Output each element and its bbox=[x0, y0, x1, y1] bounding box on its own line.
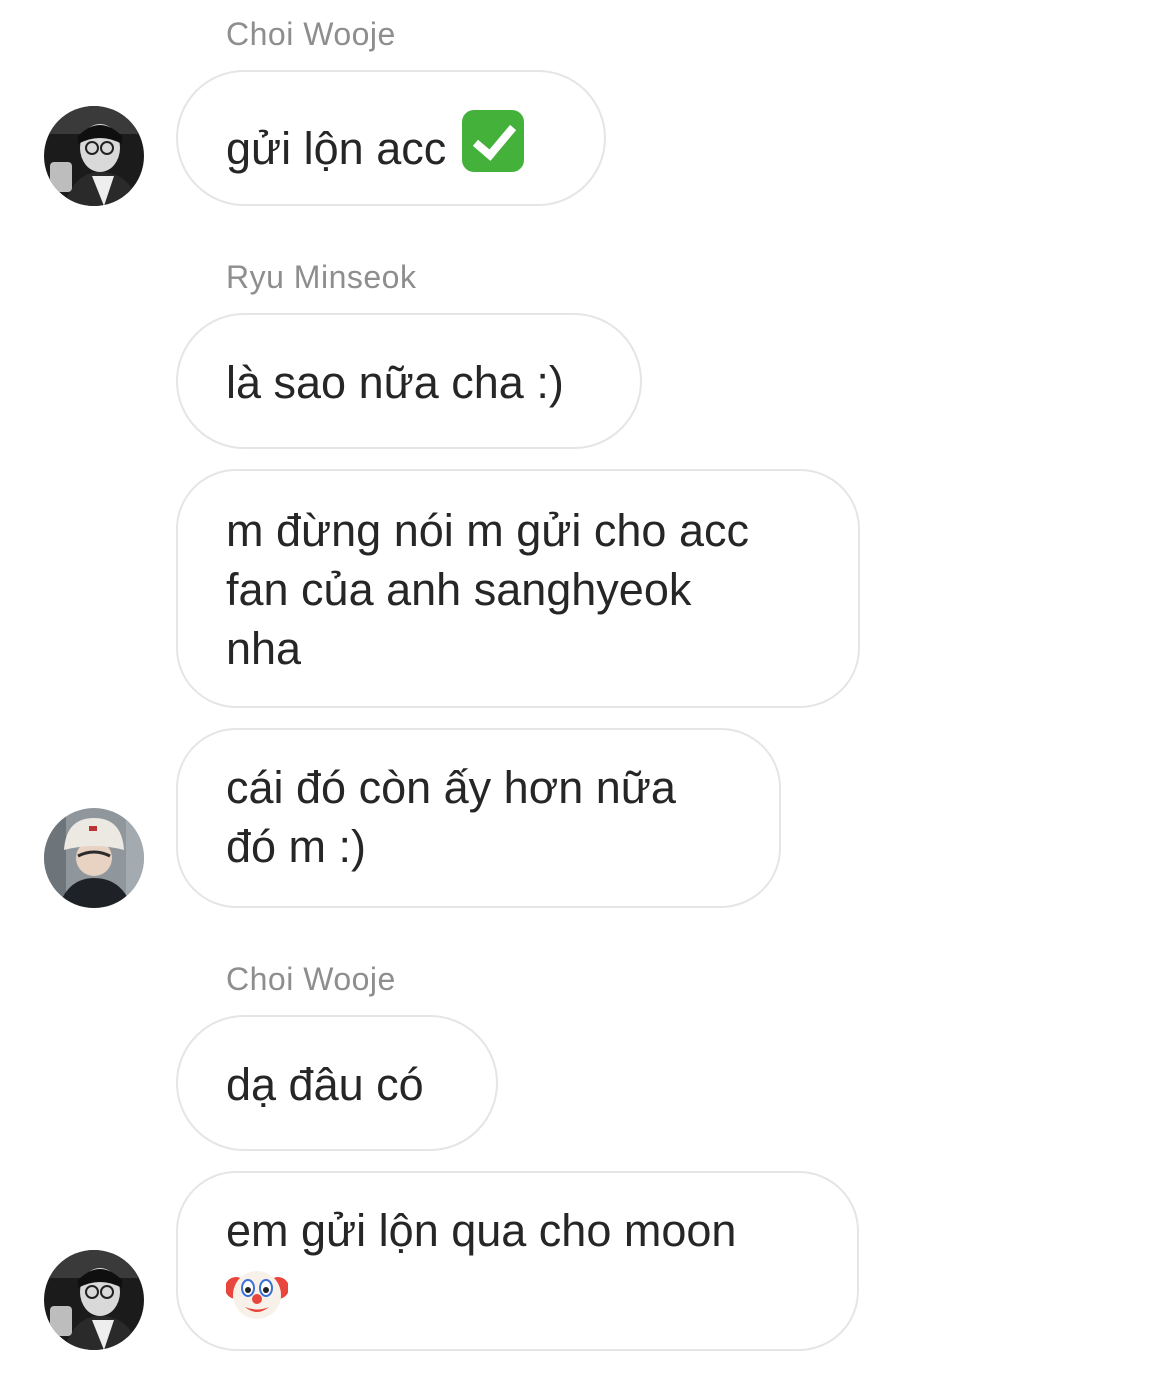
avatar-image bbox=[44, 1250, 144, 1350]
avatar-ryu-minseok[interactable] bbox=[44, 808, 144, 908]
message-bubble[interactable]: là sao nữa cha :) bbox=[176, 313, 642, 449]
check-mark-emoji-icon bbox=[462, 110, 525, 172]
avatar-choi-wooje[interactable] bbox=[44, 1250, 144, 1350]
message-text: m đừng nói m gửi cho acc bbox=[226, 505, 749, 556]
sender-name: Choi Wooje bbox=[226, 961, 396, 997]
message-text: đó m :) bbox=[226, 821, 367, 872]
message-bubble[interactable]: gửi lộn acc bbox=[176, 70, 606, 206]
message-bubble[interactable]: m đừng nói m gửi cho acc fan của anh san… bbox=[176, 469, 860, 708]
avatar-image bbox=[44, 106, 144, 206]
message-bubble[interactable]: dạ đâu có bbox=[176, 1015, 498, 1151]
message-text: là sao nữa cha :) bbox=[226, 357, 564, 408]
sender-name: Choi Wooje bbox=[226, 16, 396, 52]
message-text: cái đó còn ấy hơn nữa bbox=[226, 762, 676, 813]
message-text: dạ đâu có bbox=[226, 1059, 424, 1110]
message-bubble[interactable]: em gửi lộn qua cho moon bbox=[176, 1171, 859, 1351]
message-text: em gửi lộn qua cho moon bbox=[226, 1205, 737, 1256]
sender-name: Ryu Minseok bbox=[226, 259, 417, 295]
avatar-image bbox=[44, 808, 144, 908]
avatar-choi-wooje[interactable] bbox=[44, 106, 144, 206]
message-text: fan của anh sanghyeok bbox=[226, 564, 692, 615]
message-bubble[interactable]: cái đó còn ấy hơn nữa đó m :) bbox=[176, 728, 781, 908]
clown-face-emoji-icon bbox=[226, 1271, 288, 1319]
message-text: gửi lộn acc bbox=[226, 123, 447, 174]
message-text: nha bbox=[226, 623, 302, 674]
